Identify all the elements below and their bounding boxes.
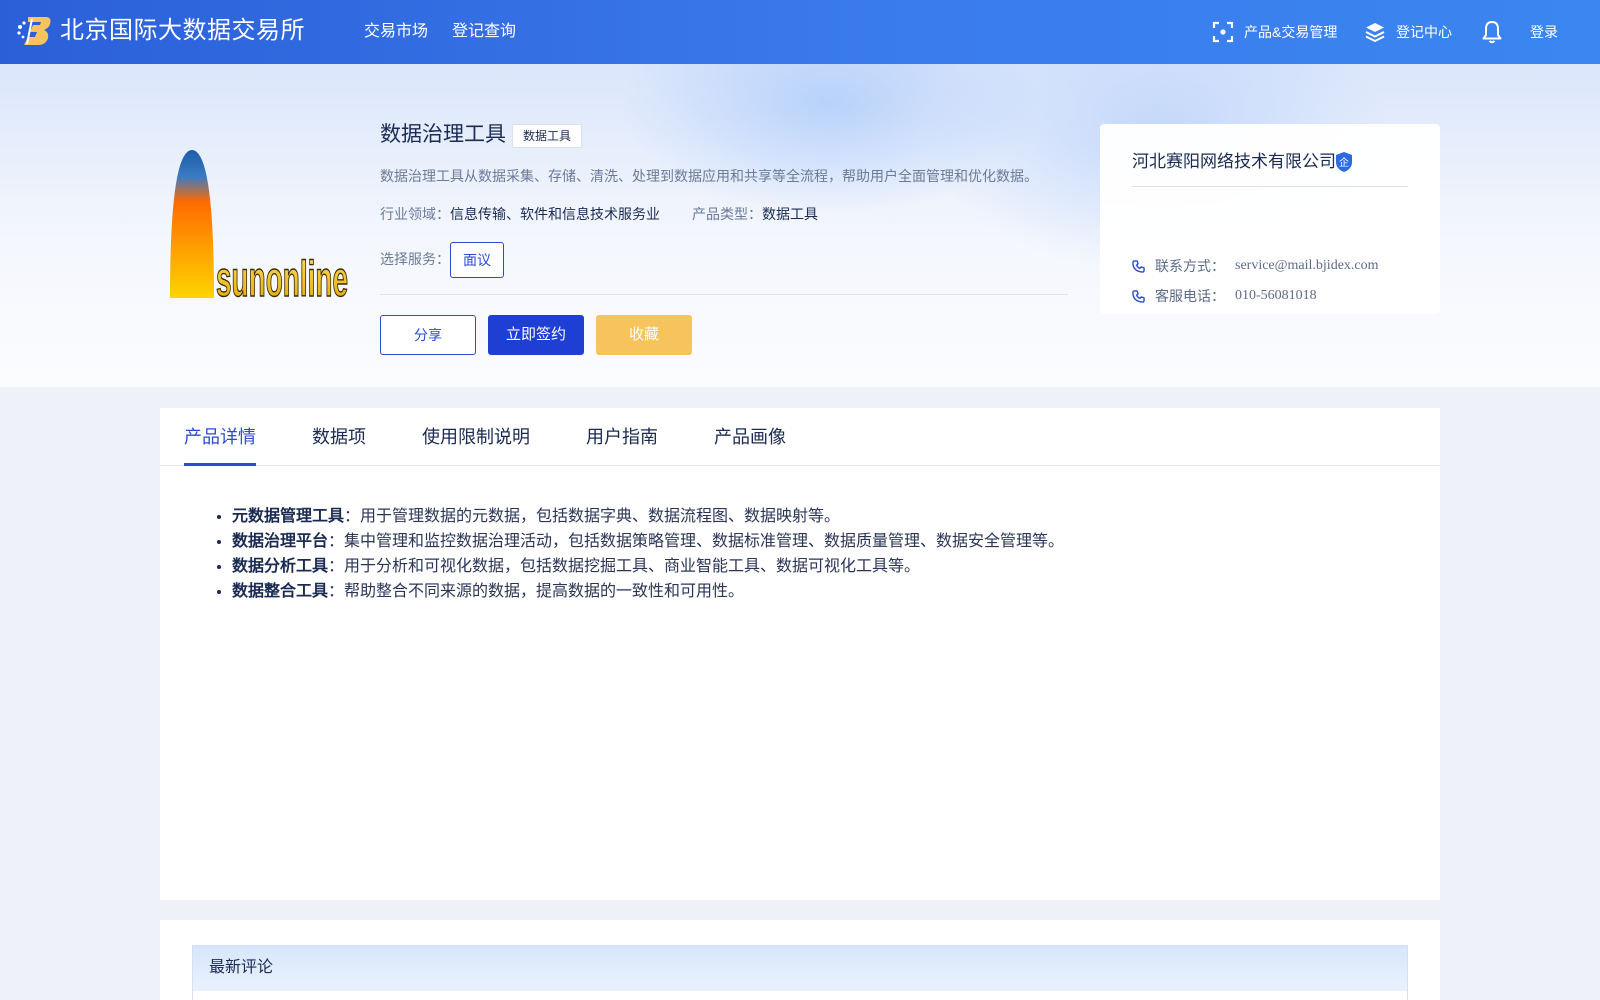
nav-product-trade-management[interactable]: 产品&交易管理 — [1212, 20, 1337, 44]
nav-registration-center-label: 登记中心 — [1396, 24, 1452, 40]
tab-product-profile[interactable]: 产品画像 — [714, 424, 786, 450]
product-type-tag: 数据工具 — [512, 124, 582, 148]
list-item: 数据治理平台：集中管理和监控数据治理活动，包括数据策略管理、数据标准管理、数据质… — [232, 529, 1064, 554]
nav-trading-market[interactable]: 交易市场 — [364, 21, 428, 43]
list-item: 数据分析工具：用于分析和可视化数据，包括数据挖掘工具、商业智能工具、数据可视化工… — [232, 554, 1064, 579]
notifications-button[interactable] — [1481, 20, 1513, 44]
tab-user-guide[interactable]: 用户指南 — [586, 424, 658, 450]
tab-data-items[interactable]: 数据项 — [312, 424, 366, 450]
list-item: 元数据管理工具：用于管理数据的元数据，包括数据字典、数据流程图、数据映射等。 — [232, 504, 1064, 529]
product-description: 数据治理工具从数据采集、存储、清洗、处理到数据应用和共享等全流程，帮助用户全面管… — [380, 168, 1038, 184]
hero-divider — [380, 294, 1068, 295]
nav-registration-center[interactable]: 登记中心 — [1364, 20, 1452, 44]
enterprise-badge-text: 企 — [1339, 156, 1349, 169]
seller-card: 河北赛阳网络技术有限公司 企 联系方式： service@mail.bjidex… — [1100, 124, 1440, 314]
tab-product-details[interactable]: 产品详情 — [184, 424, 256, 450]
scan-icon — [1212, 21, 1234, 43]
contact-phone-row: 客服电话： 010-56081018 — [1132, 286, 1317, 306]
nav-registration-query[interactable]: 登记查询 — [452, 21, 516, 43]
seller-divider — [1132, 186, 1408, 187]
comments-body — [192, 991, 1408, 1000]
top-navigation-bar: 北京国际大数据交易所 交易市场 登记查询 产品&交易管理 登记中心 登录 — [0, 0, 1600, 64]
nav-product-trade-label: 产品&交易管理 — [1244, 24, 1338, 40]
contact-phone-label: 客服电话： — [1155, 288, 1225, 304]
product-logo-image: sunonline — [170, 150, 349, 302]
share-button[interactable]: 分享 — [380, 315, 476, 355]
detail-text: ：帮助整合不同来源的数据，提高数据的一致性和可用性。 — [328, 583, 745, 600]
industry-label: 行业领域： — [380, 206, 450, 222]
product-logo-wordmark: sunonline — [216, 251, 348, 302]
service-option-negotiable[interactable]: 面议 — [450, 242, 504, 278]
bigdata-exchange-logo-icon[interactable] — [16, 15, 52, 47]
sign-now-button[interactable]: 立即签约 — [488, 315, 584, 355]
bell-icon — [1482, 21, 1502, 44]
contact-email-label: 联系方式： — [1155, 258, 1225, 274]
product-detail-panel: 产品详情 数据项 使用限制说明 用户指南 产品画像 元数据管理工具：用于管理数据… — [160, 408, 1440, 900]
site-title[interactable]: 北京国际大数据交易所 — [60, 15, 305, 47]
phone-icon — [1132, 289, 1145, 303]
product-type-value: 数据工具 — [762, 206, 818, 222]
product-detail-list: 元数据管理工具：用于管理数据的元数据，包括数据字典、数据流程图、数据映射等。 数… — [232, 504, 1064, 604]
detail-text: ：用于管理数据的元数据，包括数据字典、数据流程图、数据映射等。 — [344, 508, 841, 525]
service-label: 选择服务： — [380, 251, 450, 267]
comments-title: 最新评论 — [192, 945, 1408, 991]
industry-field: 行业领域：信息传输、软件和信息技术服务业 — [380, 204, 660, 224]
detail-term: 元数据管理工具 — [232, 508, 345, 525]
comments-panel: 最新评论 — [160, 920, 1440, 1000]
contact-email-value[interactable]: service@mail.bjidex.com — [1235, 258, 1379, 274]
contact-phone-value[interactable]: 010-56081018 — [1235, 288, 1317, 304]
detail-term: 数据分析工具 — [232, 558, 329, 575]
product-type-label: 产品类型： — [692, 206, 762, 222]
industry-value: 信息传输、软件和信息技术服务业 — [450, 206, 660, 222]
detail-tabs: 产品详情 数据项 使用限制说明 用户指南 产品画像 — [160, 408, 1440, 466]
detail-term: 数据整合工具 — [232, 583, 329, 600]
detail-term: 数据治理平台 — [232, 533, 329, 550]
enterprise-verified-badge-icon: 企 — [1336, 152, 1352, 172]
detail-text: ：用于分析和可视化数据，包括数据挖掘工具、商业智能工具、数据可视化工具等。 — [328, 558, 921, 575]
product-type-field: 产品类型：数据工具 — [692, 204, 818, 224]
phone-icon — [1132, 259, 1145, 273]
active-tab-indicator — [184, 463, 256, 466]
seller-name[interactable]: 河北赛阳网络技术有限公司 — [1132, 150, 1336, 174]
product-name: 数据治理工具 — [380, 123, 506, 146]
product-hero: sunonline 数据治理工具 数据工具 数据治理工具从数据采集、存储、清洗、… — [0, 64, 1600, 387]
login-link[interactable]: 登录 — [1530, 20, 1558, 44]
contact-email-row: 联系方式： service@mail.bjidex.com — [1132, 256, 1379, 276]
tab-usage-restrictions[interactable]: 使用限制说明 — [422, 424, 530, 450]
list-item: 数据整合工具：帮助整合不同来源的数据，提高数据的一致性和可用性。 — [232, 579, 1064, 604]
favorite-button[interactable]: 收藏 — [596, 315, 692, 355]
detail-text: ：集中管理和监控数据治理活动，包括数据策略管理、数据标准管理、数据质量管理、数据… — [328, 533, 1065, 550]
layers-icon — [1365, 23, 1385, 43]
